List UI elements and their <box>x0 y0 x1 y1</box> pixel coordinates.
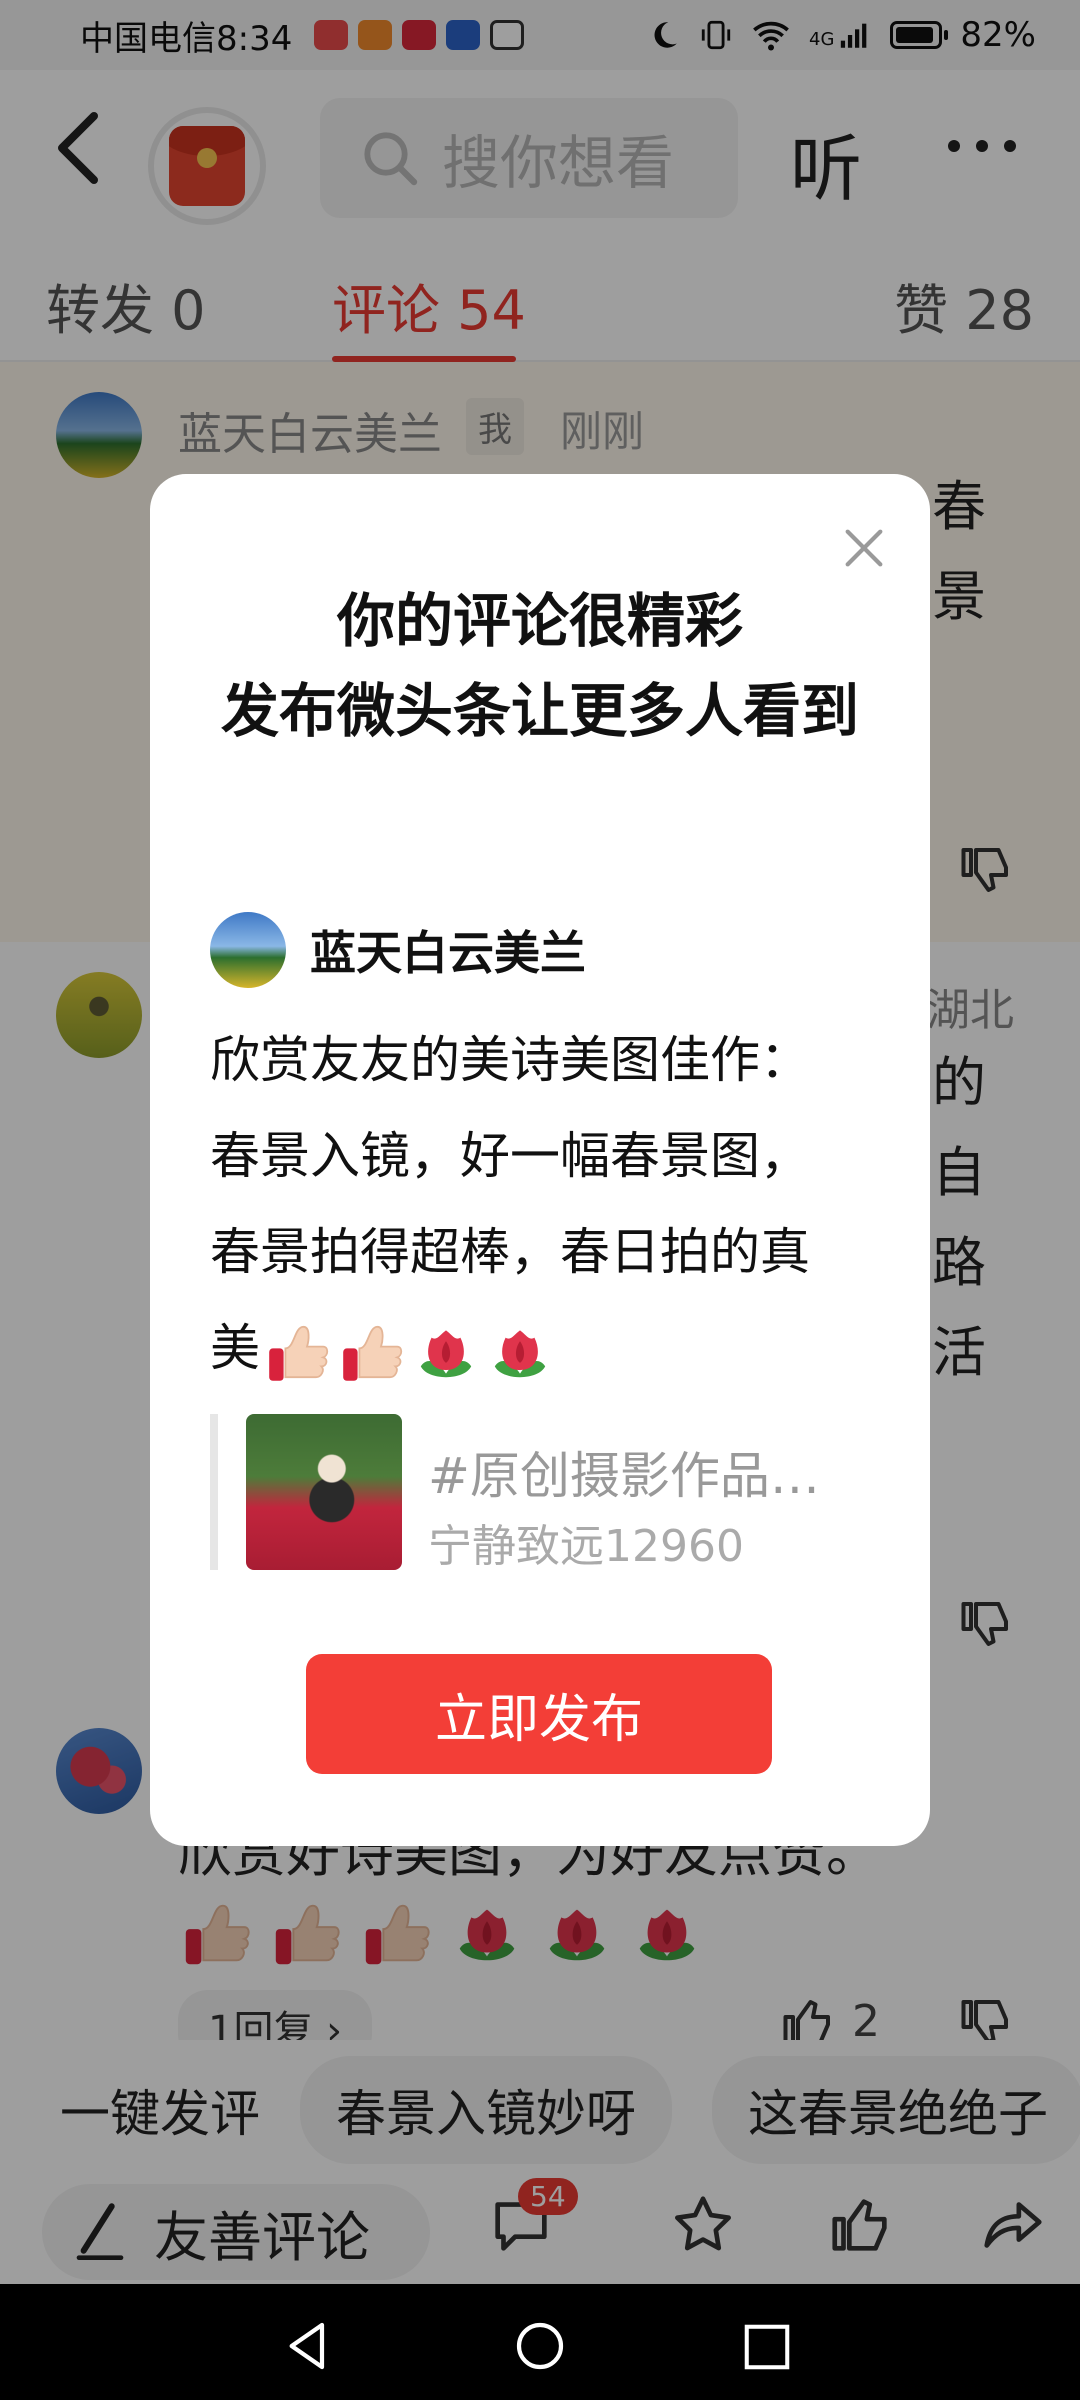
close-icon[interactable] <box>836 520 892 576</box>
article-thumbnail <box>246 1414 402 1570</box>
nav-home-icon[interactable] <box>512 2318 568 2374</box>
rose-emoji-icon <box>494 1329 546 1377</box>
thumbs-up-emoji-icon <box>343 1325 403 1381</box>
dialog-title-line: 你的评论很精彩 <box>336 587 743 655</box>
dialog-comment-text: 欣赏友友的美诗美图佳作：春景入镜，好一幅春景图，春景拍得超棒，春日拍的真美 <box>210 1012 850 1396</box>
publish-now-button[interactable]: 立即发布 <box>306 1654 772 1774</box>
rose-emoji-icon <box>420 1329 472 1377</box>
dialog-title: 你的评论很精彩 发布微头条让更多人看到 <box>190 576 890 756</box>
avatar <box>210 912 286 988</box>
publish-dialog: 你的评论很精彩 发布微头条让更多人看到 蓝天白云美兰 欣赏友友的美诗美图佳作：春… <box>150 474 930 1846</box>
thumbs-up-emoji-icon <box>269 1325 329 1381</box>
quoted-article-card[interactable]: #原创摄影作品… 宁静致远12960 <box>210 1414 860 1572</box>
nav-recent-icon[interactable] <box>740 2320 794 2374</box>
article-title: #原创摄影作品… <box>428 1447 820 1505</box>
system-nav-bar <box>0 2284 1080 2400</box>
dialog-title-line: 发布微头条让更多人看到 <box>220 677 859 745</box>
article-author: 宁静致远12960 <box>428 1521 744 1572</box>
dialog-user: 蓝天白云美兰 <box>210 912 586 988</box>
dialog-user-name: 蓝天白云美兰 <box>310 926 586 980</box>
nav-back-icon[interactable] <box>280 2318 336 2374</box>
